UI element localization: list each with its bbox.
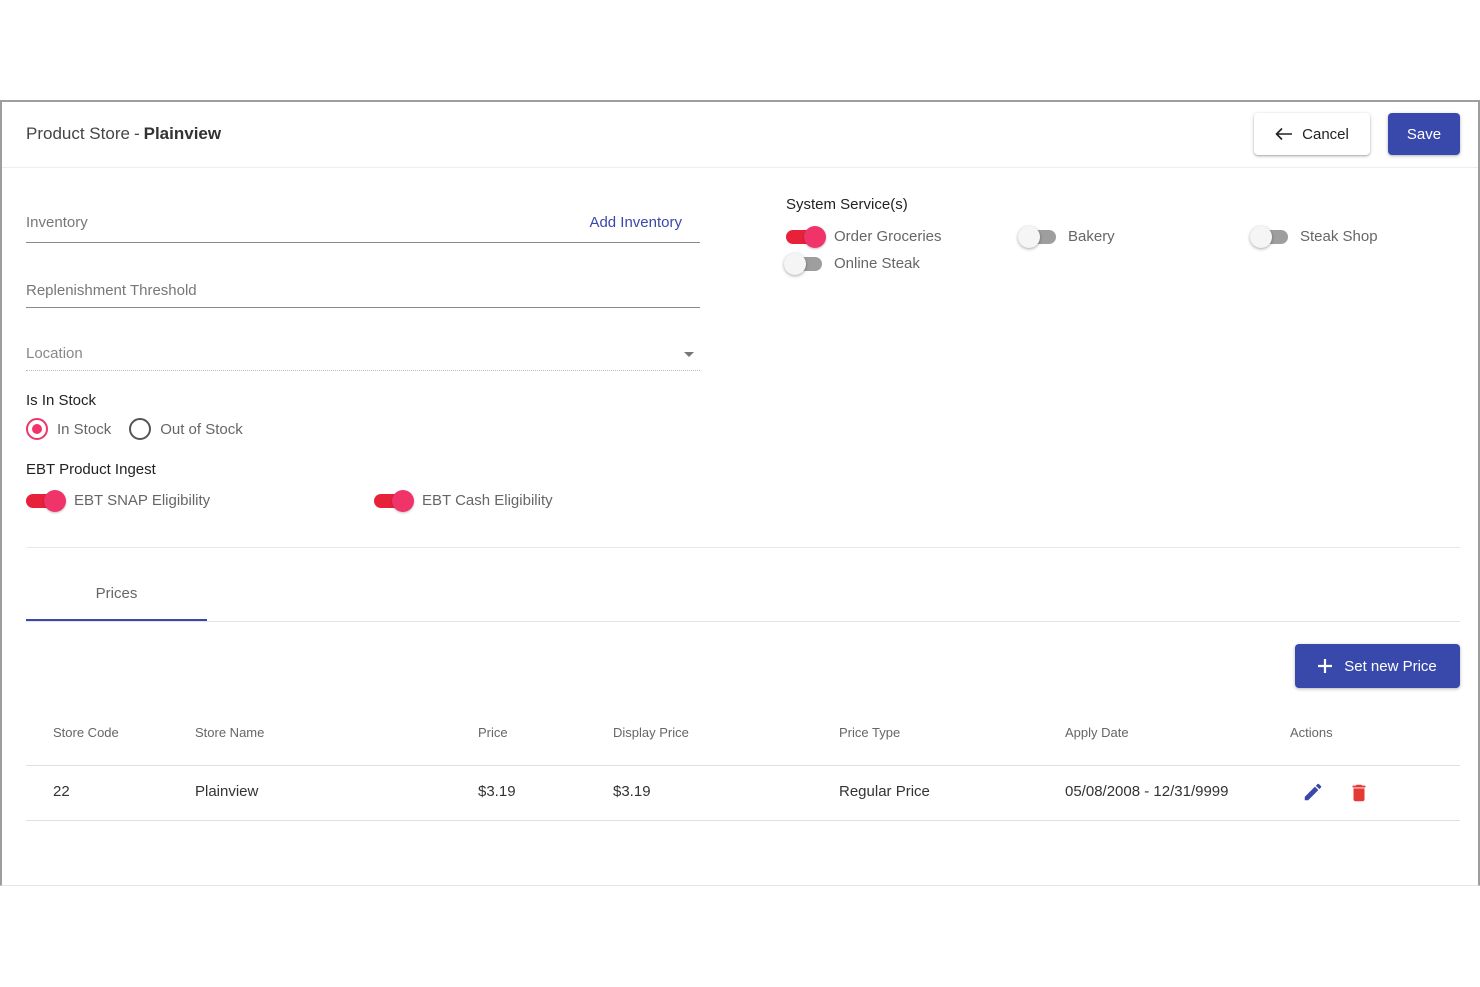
ebt-snap-switch[interactable] (24, 488, 66, 512)
radio-in-stock-circle[interactable] (26, 418, 48, 440)
service-toggle-order-groceries[interactable]: Order Groceries (784, 224, 942, 248)
arrow-left-icon (1275, 127, 1293, 141)
plus-icon (1318, 659, 1333, 673)
section-divider (26, 547, 1460, 548)
cancel-button-label: Cancel (1302, 125, 1349, 143)
cell-display-price: $3.19 (613, 783, 651, 800)
radio-out-of-stock[interactable]: Out of Stock (129, 418, 243, 440)
is-in-stock-heading: Is In Stock (26, 392, 97, 409)
bakery-label: Bakery (1068, 227, 1115, 245)
location-label: Location (26, 345, 83, 362)
steak-shop-label: Steak Shop (1300, 227, 1378, 245)
col-header-actions: Actions (1290, 725, 1333, 740)
ebt-product-ingest-heading: EBT Product Ingest (26, 461, 156, 478)
cell-store-code: 22 (53, 783, 70, 800)
online-steak-switch[interactable] (784, 251, 826, 275)
product-store-panel: Product Store - Plainview Cancel Save Inve… (0, 100, 1480, 886)
save-button[interactable]: Save (1388, 113, 1460, 155)
radio-in-stock-label: In Stock (57, 420, 112, 438)
delete-trash-icon[interactable] (1348, 781, 1370, 805)
ebt-snap-toggle[interactable]: EBT SNAP Eligibility (24, 488, 210, 512)
col-header-display-price: Display Price (613, 725, 689, 740)
edit-pencil-icon[interactable] (1302, 781, 1324, 803)
set-new-price-label: Set new Price (1344, 657, 1437, 675)
ebt-snap-label: EBT SNAP Eligibility (74, 491, 211, 509)
ebt-cash-label: EBT Cash Eligibility (422, 491, 553, 509)
order-groceries-label: Order Groceries (834, 227, 942, 245)
cell-store-name: Plainview (195, 783, 259, 800)
tab-prices-label: Prices (95, 585, 138, 602)
service-toggle-steak-shop[interactable]: Steak Shop (1250, 224, 1378, 248)
stock-radio-group: In Stock Out of Stock (26, 418, 261, 440)
col-header-price-type: Price Type (839, 725, 901, 740)
col-header-price: Price (478, 725, 508, 740)
save-button-label: Save (1406, 125, 1442, 143)
bakery-switch[interactable] (1018, 224, 1060, 248)
inventory-label: Inventory (26, 214, 88, 231)
radio-out-of-stock-label: Out of Stock (160, 420, 243, 438)
cell-price: $3.19 (478, 783, 516, 800)
inventory-field[interactable]: Inventory Add Inventory (26, 202, 700, 246)
col-header-apply-date: Apply Date (1065, 725, 1129, 740)
set-new-price-button[interactable]: Set new Price (1295, 644, 1460, 688)
service-toggle-online-steak[interactable]: Online Steak (784, 251, 920, 275)
col-header-store-name: Store Name (195, 725, 265, 740)
replenishment-threshold-field[interactable]: Replenishment Threshold (26, 272, 700, 312)
ebt-cash-switch[interactable] (372, 488, 414, 512)
title-separator: - (133, 124, 140, 143)
system-services-heading: System Service(s) (786, 196, 908, 213)
tabs-bottom-border (26, 621, 1460, 622)
inventory-underline (26, 242, 700, 243)
page-title: Product Store - Plainview (26, 124, 221, 144)
add-inventory-link[interactable]: Add Inventory (589, 214, 682, 231)
replenishment-threshold-label: Replenishment Threshold (26, 282, 197, 299)
tab-prices[interactable]: Prices (26, 572, 207, 622)
cell-apply-date: 05/08/2008 - 12/31/9999 (1065, 783, 1229, 800)
service-toggle-bakery[interactable]: Bakery (1018, 224, 1115, 248)
panel-header: Product Store - Plainview Cancel Save (2, 102, 1478, 168)
replenishment-underline (26, 307, 700, 308)
col-header-store-code: Store Code (53, 725, 119, 740)
table-header-border (26, 765, 1460, 766)
cancel-button[interactable]: Cancel (1254, 113, 1370, 155)
ebt-cash-toggle[interactable]: EBT Cash Eligibility (372, 488, 553, 512)
radio-out-of-stock-circle[interactable] (129, 418, 152, 440)
title-prefix: Product Store (26, 124, 130, 143)
dropdown-caret-icon[interactable] (684, 352, 694, 357)
location-select[interactable]: Location (26, 337, 700, 377)
steak-shop-switch[interactable] (1250, 224, 1292, 248)
cell-price-type: Regular Price (839, 783, 930, 800)
order-groceries-switch[interactable] (784, 224, 826, 248)
radio-in-stock[interactable]: In Stock (26, 418, 111, 440)
table-row-border (26, 820, 1460, 821)
online-steak-label: Online Steak (834, 254, 920, 272)
title-store-name: Plainview (143, 124, 222, 143)
location-underline (26, 370, 700, 371)
